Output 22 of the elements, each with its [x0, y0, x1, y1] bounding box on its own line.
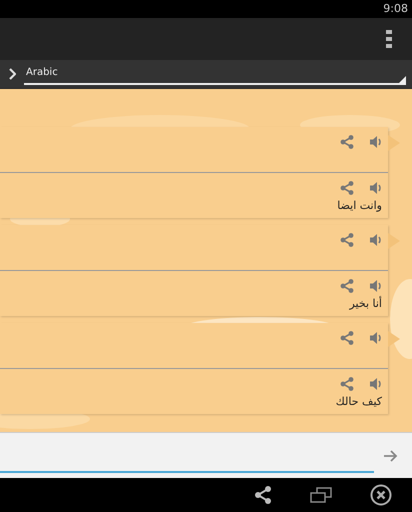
speaker-icon[interactable]: [370, 180, 382, 195]
dropdown-corner-icon: [399, 76, 406, 83]
bubble-tail: [388, 232, 400, 249]
close-icon[interactable]: [370, 484, 392, 506]
language-value: Arabic: [26, 67, 58, 78]
message-text: كيف حالك: [336, 394, 382, 408]
bubble-tail: [388, 134, 400, 151]
message-text: أنا بخير: [349, 296, 382, 310]
speaker-icon[interactable]: [370, 278, 382, 293]
windows-icon[interactable]: [310, 487, 332, 504]
language-dropdown[interactable]: Arabic: [24, 62, 406, 85]
speaker-icon[interactable]: [370, 232, 382, 247]
arrow-icon[interactable]: [384, 450, 398, 462]
chevron-icon[interactable]: [9, 68, 16, 80]
share-icon[interactable]: [254, 486, 272, 504]
clock-time: 9:08: [383, 2, 408, 16]
overflow-menu-icon[interactable]: [386, 30, 392, 48]
speaker-icon[interactable]: [370, 376, 382, 391]
speaker-icon[interactable]: [370, 330, 382, 345]
message-text: وانت ايضا: [337, 198, 382, 212]
speaker-icon[interactable]: [370, 134, 382, 149]
bubble-tail: [388, 330, 400, 347]
